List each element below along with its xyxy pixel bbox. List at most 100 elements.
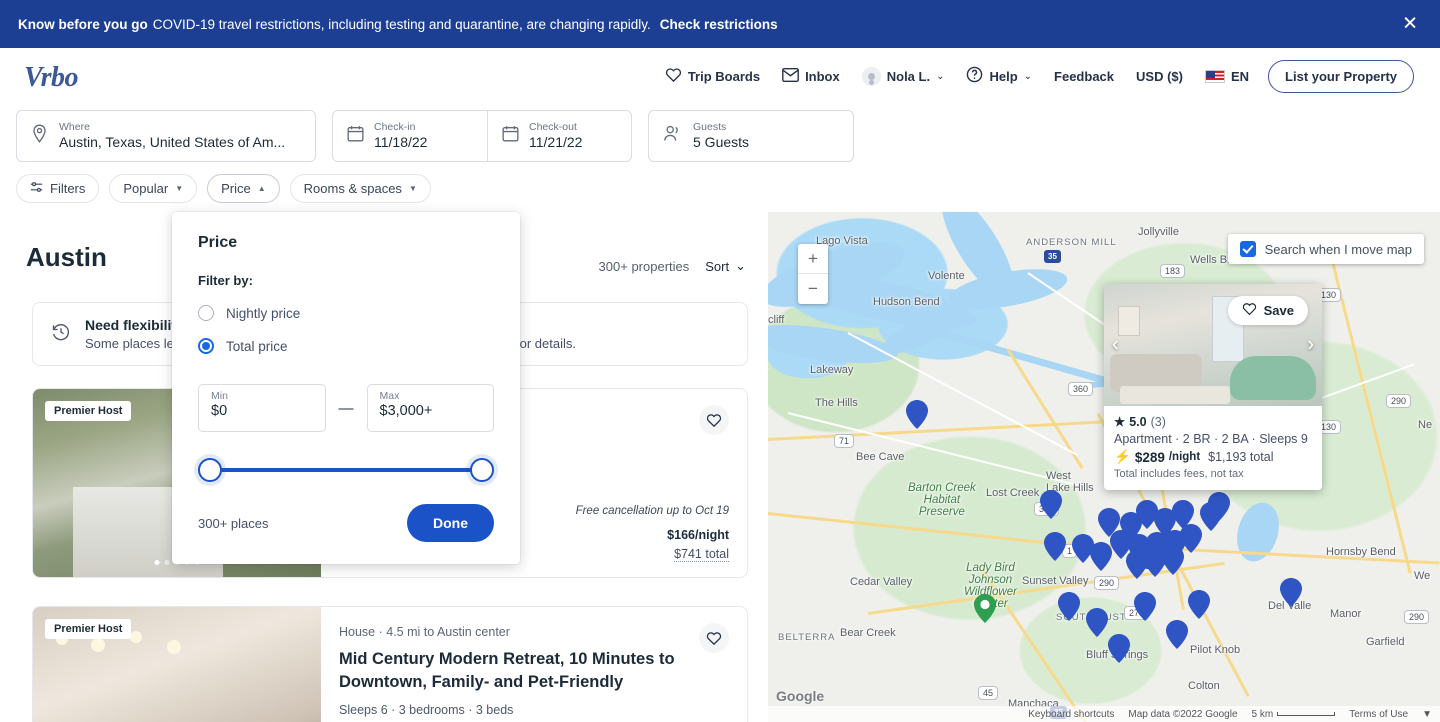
avatar-icon bbox=[862, 67, 881, 86]
popup-body: ★ 5.0 (3) Apartment · 2 BR · 2 BA · Slee… bbox=[1104, 406, 1322, 490]
popup-photo[interactable]: Save ‹ › bbox=[1104, 284, 1322, 406]
banner-check-restrictions-link[interactable]: Check restrictions bbox=[660, 17, 778, 32]
map-place-label: Bee Cave bbox=[856, 451, 904, 463]
where-field[interactable]: Where Austin, Texas, United States of Am… bbox=[16, 110, 316, 162]
done-button[interactable]: Done bbox=[407, 504, 494, 542]
min-price-input[interactable]: Min $0 bbox=[198, 384, 326, 432]
chevron-down-icon: ▼ bbox=[409, 184, 417, 193]
map-place-label: ANDERSON MILL bbox=[1026, 237, 1117, 248]
slider-handle-max[interactable] bbox=[470, 458, 494, 482]
map-property-pin[interactable] bbox=[1040, 490, 1062, 519]
nav-feedback[interactable]: Feedback bbox=[1043, 69, 1125, 84]
search-on-move-toggle[interactable]: Search when I move map bbox=[1228, 234, 1424, 264]
radio-nightly-price[interactable]: Nightly price bbox=[198, 305, 494, 321]
where-label: Where bbox=[59, 121, 285, 134]
where-value: Austin, Texas, United States of Am... bbox=[59, 134, 285, 151]
keyboard-shortcuts-link[interactable]: Keyboard shortcuts bbox=[1028, 709, 1114, 720]
map-property-pin[interactable] bbox=[1058, 592, 1080, 621]
map-place-label: BELTERRA bbox=[778, 632, 835, 643]
listing-card[interactable]: Premier Host House · 4.5 mi to Austin ce… bbox=[32, 606, 748, 722]
highway-shield-icon: 183 bbox=[1160, 264, 1185, 278]
chevron-down-icon: ▼ bbox=[175, 184, 183, 193]
filter-chip-bar: Filters Popular ▼ Price ▲ Rooms & spaces… bbox=[16, 174, 431, 203]
map-property-pin[interactable] bbox=[1166, 620, 1188, 649]
guests-value: 5 Guests bbox=[693, 134, 749, 151]
guests-label: Guests bbox=[693, 121, 749, 134]
chip-label: Rooms & spaces bbox=[304, 181, 402, 196]
popup-next-icon[interactable]: › bbox=[1307, 334, 1314, 357]
price-range-inputs: Min $0 — Max $3,000+ bbox=[198, 384, 494, 432]
covid-banner: Know before you go COVID-19 travel restr… bbox=[0, 0, 1440, 48]
guests-field[interactable]: Guests 5 Guests bbox=[648, 110, 854, 162]
banner-lead: Know before you go bbox=[18, 17, 148, 32]
max-label: Max bbox=[380, 390, 482, 402]
terms-of-use-link[interactable]: Terms of Use bbox=[1349, 709, 1408, 720]
vrbo-search-page: Know before you go COVID-19 travel restr… bbox=[0, 0, 1440, 722]
map-place-label: Colton bbox=[1188, 680, 1220, 692]
popup-save-button[interactable]: Save bbox=[1228, 296, 1308, 325]
map-property-pin[interactable] bbox=[1188, 590, 1210, 619]
sort-button[interactable]: Sort ⌄ bbox=[705, 258, 746, 274]
nav-inbox[interactable]: Inbox bbox=[771, 68, 851, 85]
checkin-field[interactable]: Check-in 11/18/22 bbox=[333, 111, 476, 161]
map-property-pin[interactable] bbox=[1280, 578, 1302, 607]
map-property-pin[interactable] bbox=[1086, 608, 1108, 637]
map-place-label: cliff bbox=[768, 314, 784, 326]
checkbox-checked-icon[interactable] bbox=[1240, 241, 1256, 257]
us-flag-icon bbox=[1205, 70, 1225, 83]
nav-help[interactable]: Help ⌄ bbox=[955, 66, 1043, 86]
map-property-pin[interactable] bbox=[1134, 592, 1156, 621]
map-attribution: Map data ©2022 Google bbox=[1128, 709, 1237, 720]
highway-shield-icon: 290 bbox=[1094, 576, 1119, 590]
price-total[interactable]: $741 total bbox=[674, 547, 729, 562]
save-heart-icon[interactable] bbox=[699, 623, 729, 653]
map-property-pin[interactable] bbox=[1108, 634, 1130, 663]
nav-currency[interactable]: USD ($) bbox=[1125, 69, 1194, 84]
zoom-out-button[interactable]: − bbox=[798, 274, 828, 304]
map-property-pin[interactable] bbox=[1200, 502, 1222, 531]
radio-total-price[interactable]: Total price bbox=[198, 338, 494, 354]
filters-chip[interactable]: Filters bbox=[16, 174, 99, 203]
map-property-pin[interactable] bbox=[1044, 532, 1066, 561]
slider-handle-min[interactable] bbox=[198, 458, 222, 482]
map-property-pin[interactable] bbox=[1072, 534, 1094, 563]
nav-language[interactable]: EN bbox=[1194, 69, 1260, 84]
max-price-input[interactable]: Max $3,000+ bbox=[367, 384, 495, 432]
nav-label: Nola L. bbox=[887, 69, 930, 84]
heart-icon bbox=[1242, 302, 1257, 319]
radio-icon bbox=[198, 305, 214, 321]
map-panel[interactable]: + − Search when I move map Lago VistaJol… bbox=[768, 212, 1440, 722]
highway-shield-icon: 45 bbox=[978, 686, 998, 700]
map-zoom-controls[interactable]: + − bbox=[798, 244, 828, 304]
price-range-slider[interactable] bbox=[198, 458, 494, 482]
close-icon[interactable]: ✕ bbox=[1402, 15, 1418, 34]
radio-label: Total price bbox=[226, 339, 288, 354]
nav-trip-boards[interactable]: Trip Boards bbox=[654, 67, 771, 86]
save-heart-icon[interactable] bbox=[699, 405, 729, 435]
popular-chip[interactable]: Popular ▼ bbox=[109, 174, 197, 203]
map-property-pin[interactable] bbox=[1162, 546, 1184, 575]
park-marker-icon bbox=[974, 594, 996, 623]
map-place-label: Sunset Valley bbox=[1022, 575, 1088, 587]
checkout-field[interactable]: Check-out 11/21/22 bbox=[487, 111, 631, 161]
map-property-popup[interactable]: Save ‹ › ★ 5.0 (3) Apartment · 2 BR · 2 … bbox=[1104, 284, 1322, 490]
wall-art bbox=[1118, 306, 1140, 336]
chevron-down-icon[interactable]: ▼ bbox=[1422, 709, 1432, 720]
popup-prev-icon[interactable]: ‹ bbox=[1112, 334, 1119, 357]
map-place-label: Lost Creek bbox=[986, 487, 1039, 499]
vrbo-logo[interactable]: Vrbo bbox=[24, 62, 78, 94]
nav-account[interactable]: Nola L. ⌄ bbox=[851, 67, 956, 86]
star-icon: ★ bbox=[1114, 414, 1125, 429]
location-pin-icon bbox=[31, 124, 48, 148]
listing-photo[interactable]: Premier Host bbox=[33, 607, 321, 722]
price-chip[interactable]: Price ▲ bbox=[207, 174, 280, 203]
zoom-in-button[interactable]: + bbox=[798, 244, 828, 274]
chevron-down-icon: ⌄ bbox=[735, 258, 746, 274]
map-place-label: Lakeway bbox=[810, 364, 853, 376]
listing-title[interactable]: Mid Century Modern Retreat, 10 Minutes t… bbox=[339, 648, 679, 694]
list-your-property-button[interactable]: List your Property bbox=[1268, 60, 1414, 93]
rooms-spaces-chip[interactable]: Rooms & spaces ▼ bbox=[290, 174, 431, 203]
green-chair bbox=[1230, 356, 1316, 400]
map-property-pin[interactable] bbox=[906, 400, 928, 429]
page-title: Austin bbox=[26, 242, 107, 273]
